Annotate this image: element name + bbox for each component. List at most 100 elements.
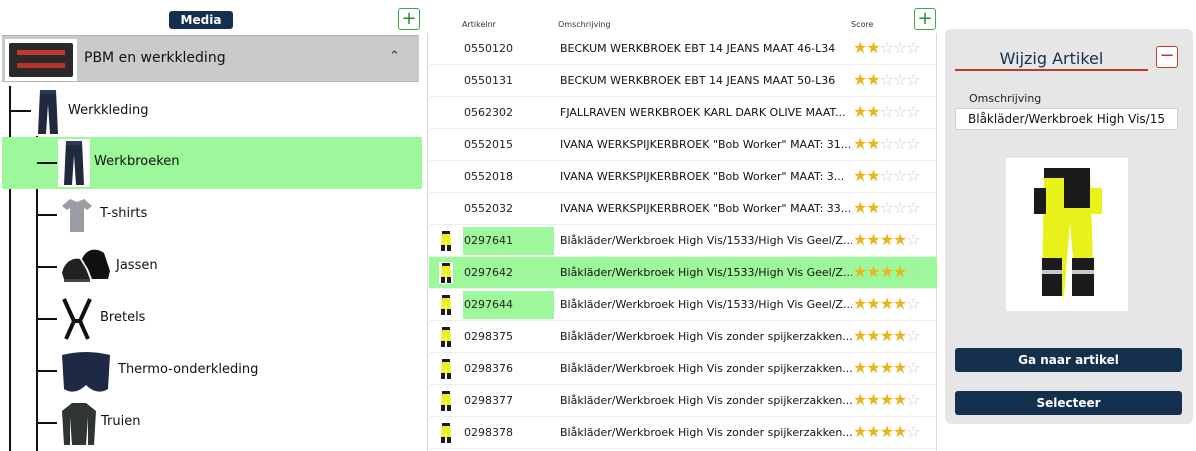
star-empty-icon[interactable]: ☆	[893, 70, 907, 89]
add-article-button[interactable]: +	[914, 8, 936, 30]
tree-node-bretels[interactable]: Bretels	[0, 293, 422, 345]
media-button[interactable]: Media	[169, 11, 233, 29]
star-empty-icon[interactable]: ☆	[906, 358, 920, 377]
star-filled-icon[interactable]: ★	[853, 38, 867, 57]
table-row[interactable]: 0298377 Blåkläder/Werkbroek High Vis zond…	[429, 385, 937, 417]
star-empty-icon[interactable]: ☆	[906, 326, 920, 345]
star-filled-icon[interactable]: ★	[853, 390, 867, 409]
column-header-omschrijving[interactable]: Omschrijving	[558, 20, 611, 29]
star-filled-icon[interactable]: ★	[880, 422, 894, 441]
table-row[interactable]: 0550120 BECKUM WERKBROEK EBT 14 JEANS MAA…	[429, 33, 937, 65]
table-row[interactable]: 0550131 BECKUM WERKBROEK EBT 14 JEANS MAA…	[429, 65, 937, 97]
star-empty-icon[interactable]: ☆	[880, 198, 894, 217]
star-filled-icon[interactable]: ★	[866, 166, 880, 185]
star-filled-icon[interactable]: ★	[866, 230, 880, 249]
table-row[interactable]: 0552032 IVANA WERKSPIJKERBROEK "Bob Worke…	[429, 193, 937, 225]
star-filled-icon[interactable]: ★	[880, 326, 894, 345]
star-empty-icon[interactable]: ☆	[893, 102, 907, 121]
star-empty-icon[interactable]: ☆	[906, 134, 920, 153]
star-empty-icon[interactable]: ☆	[880, 38, 894, 57]
star-filled-icon[interactable]: ★	[866, 38, 880, 57]
star-empty-icon[interactable]: ☆	[906, 166, 920, 185]
score-stars[interactable]: ★★★★☆	[853, 358, 921, 378]
star-filled-icon[interactable]: ★	[880, 390, 894, 409]
star-filled-icon[interactable]: ★	[853, 422, 867, 441]
star-empty-icon[interactable]: ☆	[880, 134, 894, 153]
table-row[interactable]: 0552018 IVANA WERKSPIJKERBROEK "Bob Worke…	[429, 161, 937, 193]
column-header-score[interactable]: Score	[851, 20, 873, 29]
star-empty-icon[interactable]: ☆	[906, 390, 920, 409]
tree-node-thermo[interactable]: Thermo-onderkleding	[0, 345, 422, 397]
star-filled-icon[interactable]: ★	[866, 262, 880, 281]
table-row[interactable]: 0298375 Blåkläder/Werkbroek High Vis zond…	[429, 321, 937, 353]
star-filled-icon[interactable]: ★	[893, 422, 907, 441]
table-row[interactable]: 0297644 Blåkläder/Werkbroek High Vis/1533…	[429, 289, 937, 321]
star-empty-icon[interactable]: ☆	[893, 198, 907, 217]
star-empty-icon[interactable]: ☆	[906, 294, 920, 313]
star-empty-icon[interactable]: ☆	[893, 166, 907, 185]
star-filled-icon[interactable]: ★	[880, 230, 894, 249]
star-empty-icon[interactable]: ☆	[893, 38, 907, 57]
score-stars[interactable]: ★★☆☆☆	[853, 166, 921, 186]
score-stars[interactable]: ★★☆☆☆	[853, 102, 921, 122]
star-filled-icon[interactable]: ★	[853, 230, 867, 249]
collapse-button[interactable]: −	[1156, 46, 1178, 68]
score-stars[interactable]: ★★☆☆☆	[853, 38, 921, 58]
star-filled-icon[interactable]: ★	[853, 294, 867, 313]
tree-node-truien[interactable]: Truien	[0, 397, 422, 449]
star-filled-icon[interactable]: ★	[853, 198, 867, 217]
star-filled-icon[interactable]: ★	[853, 102, 867, 121]
star-filled-icon[interactable]: ★	[880, 358, 894, 377]
goto-article-button[interactable]: Ga naar artikel	[955, 348, 1182, 372]
star-empty-icon[interactable]: ☆	[880, 102, 894, 121]
score-stars[interactable]: ★★☆☆☆	[853, 70, 921, 90]
star-filled-icon[interactable]: ★	[866, 102, 880, 121]
score-stars[interactable]: ★★★★☆	[853, 422, 921, 442]
star-empty-icon[interactable]: ☆	[906, 38, 920, 57]
star-filled-icon[interactable]: ★	[853, 70, 867, 89]
star-empty-icon[interactable]: ☆	[880, 70, 894, 89]
star-empty-icon[interactable]: ☆	[906, 102, 920, 121]
select-button[interactable]: Selecteer	[955, 391, 1182, 415]
star-empty-icon[interactable]: ☆	[893, 134, 907, 153]
star-empty-icon[interactable]: ☆	[906, 198, 920, 217]
star-filled-icon[interactable]: ★	[853, 166, 867, 185]
star-empty-icon[interactable]: ☆	[906, 230, 920, 249]
table-row[interactable]: 0562302 FJALLRAVEN WERKBROEK KARL DARK OL…	[429, 97, 937, 129]
star-empty-icon[interactable]: ☆	[906, 70, 920, 89]
star-filled-icon[interactable]: ★	[880, 262, 894, 281]
star-filled-icon[interactable]: ★	[893, 390, 907, 409]
star-filled-icon[interactable]: ★	[866, 422, 880, 441]
star-empty-icon[interactable]: ☆	[906, 262, 920, 281]
score-stars[interactable]: ★★☆☆☆	[853, 198, 921, 218]
star-filled-icon[interactable]: ★	[866, 70, 880, 89]
tree-node-werkbroeken[interactable]: Werkbroeken	[2, 137, 422, 189]
score-stars[interactable]: ★★☆☆☆	[853, 134, 921, 154]
star-filled-icon[interactable]: ★	[893, 326, 907, 345]
tree-root-category[interactable]: PBM en werkkleding ⌃	[2, 35, 419, 82]
star-filled-icon[interactable]: ★	[893, 262, 907, 281]
table-row[interactable]: 0297641 Blåkläder/Werkbroek High Vis/1533…	[429, 225, 937, 257]
star-filled-icon[interactable]: ★	[893, 230, 907, 249]
star-filled-icon[interactable]: ★	[866, 326, 880, 345]
table-row[interactable]: 0297642 Blåkläder/Werkbroek High Vis/1533…	[429, 257, 937, 289]
add-category-button[interactable]: +	[398, 8, 420, 30]
score-stars[interactable]: ★★★★☆	[853, 294, 921, 314]
star-filled-icon[interactable]: ★	[853, 326, 867, 345]
star-filled-icon[interactable]: ★	[853, 358, 867, 377]
star-filled-icon[interactable]: ★	[853, 262, 867, 281]
star-filled-icon[interactable]: ★	[866, 198, 880, 217]
score-stars[interactable]: ★★★★☆	[853, 262, 921, 282]
star-empty-icon[interactable]: ☆	[906, 422, 920, 441]
star-filled-icon[interactable]: ★	[853, 134, 867, 153]
tree-node-jassen[interactable]: Jassen	[0, 241, 422, 293]
column-header-artikelnr[interactable]: Artikelnr	[462, 20, 496, 29]
star-empty-icon[interactable]: ☆	[880, 166, 894, 185]
score-stars[interactable]: ★★★★☆	[853, 326, 921, 346]
star-filled-icon[interactable]: ★	[866, 134, 880, 153]
star-filled-icon[interactable]: ★	[893, 294, 907, 313]
table-row[interactable]: 0552015 IVANA WERKSPIJKERBROEK "Bob Worke…	[429, 129, 937, 161]
table-row[interactable]: 0298378 Blåkläder/Werkbroek High Vis zond…	[429, 417, 937, 449]
tree-node-werkkleding[interactable]: Werkkleding	[0, 86, 422, 138]
description-field[interactable]: Blåkläder/Werkbroek High Vis/15	[955, 108, 1178, 130]
